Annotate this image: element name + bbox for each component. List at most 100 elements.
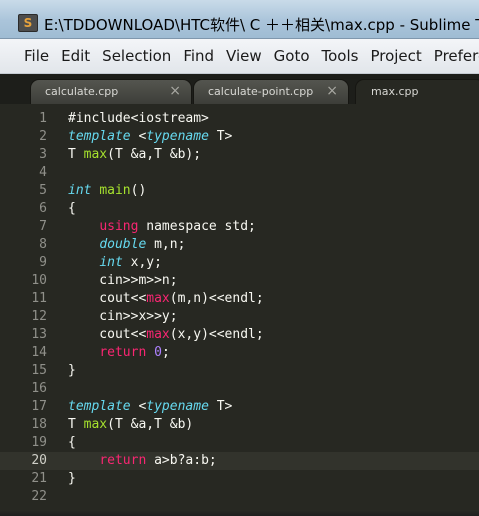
code-text: return a>b?a:b;: [68, 452, 217, 470]
code-line[interactable]: 6{: [0, 200, 479, 218]
line-number: 22: [31, 489, 47, 504]
code-line[interactable]: 2 template <typename T>: [0, 128, 479, 146]
tab-label: calculate-point.cpp: [208, 85, 314, 98]
code-token: T: [68, 147, 84, 162]
code-text: double m,n;: [68, 236, 185, 254]
code-line[interactable]: 5 int main(): [0, 182, 479, 200]
code-line[interactable]: 21}: [0, 470, 479, 488]
code-line[interactable]: 16: [0, 380, 479, 398]
code-token: template: [68, 399, 131, 414]
code-line[interactable]: 20 return a>b?a:b;: [0, 452, 479, 470]
line-number: 10: [31, 273, 47, 288]
code-token: (T &a,T &b);: [107, 147, 202, 162]
code-token: using: [99, 219, 139, 234]
code-token: 0: [154, 345, 162, 360]
menu-tools[interactable]: Tools: [316, 39, 365, 73]
code-line[interactable]: 14 return 0;: [0, 344, 479, 362]
code-line[interactable]: 22: [0, 488, 479, 506]
sublime-app-icon: S: [18, 14, 38, 32]
menu-goto[interactable]: Goto: [268, 39, 316, 73]
code-token: {: [68, 435, 76, 450]
code-token: T>: [208, 399, 233, 414]
code-token: }: [68, 471, 76, 486]
window-bottom-edge: [0, 510, 479, 516]
code-token: a>b?a:b;: [146, 453, 217, 468]
close-icon[interactable]: ×: [326, 83, 338, 99]
menu-find[interactable]: Find: [177, 39, 220, 73]
line-number: 11: [31, 291, 47, 306]
code-line[interactable]: 13 cout<<max(x,y)<<endl;: [0, 326, 479, 344]
menu-selection[interactable]: Selection: [96, 39, 177, 73]
code-line[interactable]: 15}: [0, 362, 479, 380]
code-token: typename: [146, 399, 209, 414]
code-text: T max(T &a,T &b);: [68, 146, 201, 164]
menu-edit[interactable]: Edit: [55, 39, 96, 73]
code-line[interactable]: 11 cout<<max(m,n)<<endl;: [0, 290, 479, 308]
code-line[interactable]: 7 using namespace std;: [0, 218, 479, 236]
code-line[interactable]: 18 T max(T &a,T &b): [0, 416, 479, 434]
menu-preferences[interactable]: Preferences: [428, 39, 479, 73]
code-text: int x,y;: [68, 254, 162, 272]
code-token: <: [130, 399, 147, 414]
code-text: return 0;: [68, 344, 169, 362]
menu-view[interactable]: View: [220, 39, 268, 73]
code-editor[interactable]: 1 #include<iostream> 2 template <typename T…: [0, 104, 479, 516]
code-token: (m,n)<<endl;: [169, 291, 264, 306]
code-token: (): [130, 183, 147, 198]
code-line[interactable]: 17 template <typename T>: [0, 398, 479, 416]
code-token: m,n;: [146, 237, 186, 252]
code-line[interactable]: 10 cin>>m>>n;: [0, 272, 479, 290]
line-number: 9: [39, 255, 47, 270]
line-number: 13: [31, 327, 47, 342]
code-line[interactable]: 19 {: [0, 434, 479, 452]
code-text: #include<iostream>: [68, 110, 209, 128]
menu-project[interactable]: Project: [364, 39, 427, 73]
code-token: int: [99, 255, 123, 270]
code-token: namespace std;: [138, 219, 256, 234]
line-number: 20: [31, 453, 47, 468]
code-token: {: [68, 201, 76, 216]
code-token: cout<<: [68, 291, 147, 306]
tab-max-cpp[interactable]: max.cpp: [355, 79, 479, 104]
code-line[interactable]: 4: [0, 164, 479, 182]
code-text: }: [68, 362, 76, 380]
code-token: max: [146, 327, 170, 342]
code-text: cin>>m>>n;: [68, 272, 177, 290]
line-number: 21: [31, 471, 47, 486]
line-number: 4: [39, 165, 47, 180]
line-number: 1: [39, 111, 47, 126]
code-text: cout<<max(m,n)<<endl;: [68, 290, 264, 308]
line-number: 5: [39, 183, 47, 198]
line-number: 8: [39, 237, 47, 252]
menu-file[interactable]: File: [0, 39, 55, 73]
code-line[interactable]: 1 #include<iostream>: [0, 110, 479, 128]
close-icon[interactable]: ×: [169, 83, 181, 99]
code-text: template <typename T>: [68, 398, 232, 416]
code-line[interactable]: 3 T max(T &a,T &b);: [0, 146, 479, 164]
tab-strip: calculate.cpp × calculate-point.cpp × ma…: [0, 74, 479, 104]
code-token: x,y;: [122, 255, 162, 270]
code-line[interactable]: 8 double m,n;: [0, 236, 479, 254]
line-number: 7: [39, 219, 47, 234]
code-text: {: [68, 200, 76, 218]
code-token: max: [146, 291, 170, 306]
code-line[interactable]: 12 cin>>x>>y;: [0, 308, 479, 326]
line-number: 2: [39, 129, 47, 144]
code-text: {: [68, 434, 76, 452]
line-number: 16: [31, 381, 47, 396]
tab-calculate-cpp[interactable]: calculate.cpp ×: [30, 79, 192, 104]
code-text: cout<<max(x,y)<<endl;: [68, 326, 263, 344]
line-number: 14: [31, 345, 47, 360]
code-line[interactable]: 9 int x,y;: [0, 254, 479, 272]
tab-calculate-point-cpp[interactable]: calculate-point.cpp ×: [193, 79, 349, 104]
line-number: 17: [31, 399, 47, 414]
line-number: 15: [31, 363, 47, 378]
line-number: 6: [39, 201, 47, 216]
title-bar[interactable]: S E:\TDDOWNLOAD\HTC软件\ C ＋＋相关\max.cpp - …: [0, 0, 479, 39]
line-number: 12: [31, 309, 47, 324]
